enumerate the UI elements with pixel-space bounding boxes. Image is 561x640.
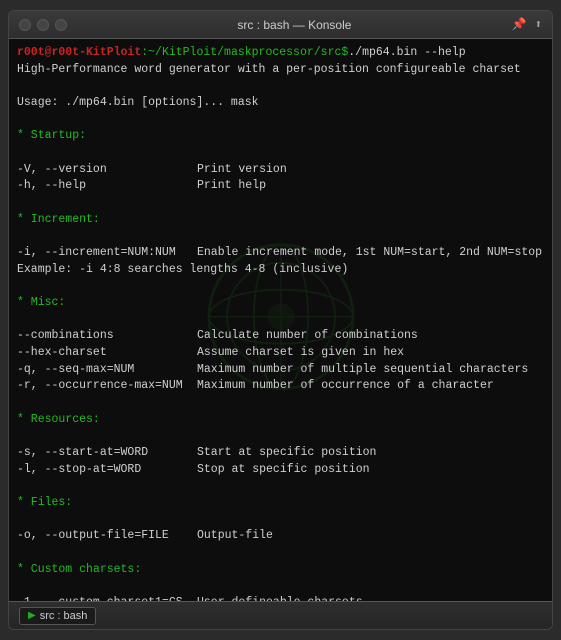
blank-12	[17, 545, 544, 562]
blank-7	[17, 312, 544, 329]
close-button[interactable]	[19, 19, 31, 31]
terminal-content: r00t@r00t-KitPloit :~/KitPloit/maskproce…	[17, 45, 544, 601]
opt-r-line: -r, --occurrence-max=NUM Maximum number …	[17, 378, 544, 395]
blank-10	[17, 478, 544, 495]
opt-h-flag: -h, --help	[17, 178, 197, 195]
opt-v-line: -V, --version Print version	[17, 162, 544, 179]
increment-header: * Increment:	[17, 212, 544, 229]
opt-hex-line: --hex-charset Assume charset is given in…	[17, 345, 544, 362]
opt-s-line: -s, --start-at=WORD Start at specific po…	[17, 445, 544, 462]
usage-line: Usage: ./mp64.bin [options]... mask	[17, 95, 544, 112]
files-header: * Files:	[17, 495, 544, 512]
blank-1	[17, 78, 544, 95]
terminal-tab-icon: ▶	[28, 610, 36, 621]
opt-h-desc: Print help	[197, 178, 266, 195]
opt-q-desc: Maximum number of multiple sequential ch…	[197, 362, 528, 379]
resources-header: * Resources:	[17, 412, 544, 429]
blank-13	[17, 579, 544, 596]
opt-c1-desc: User-defineable charsets	[197, 595, 363, 601]
opt-v-desc: Print version	[197, 162, 287, 179]
opt-o-line: -o, --output-file=FILE Output-file	[17, 528, 544, 545]
prompt-line-1: r00t@r00t-KitPloit :~/KitPloit/maskproce…	[17, 45, 544, 62]
blank-6	[17, 278, 544, 295]
opt-q-flag: -q, --seq-max=NUM	[17, 362, 197, 379]
opt-hex-flag: --hex-charset	[17, 345, 197, 362]
opt-hex-desc: Assume charset is given in hex	[197, 345, 404, 362]
terminal-window: src : bash — Konsole 📌 ⬆ r00t@r00t-KitPl…	[8, 10, 553, 630]
opt-i-line2: Example: -i 4:8 searches lengths 4-8 (in…	[17, 262, 544, 279]
titlebar: src : bash — Konsole 📌 ⬆	[9, 11, 552, 39]
command-1: ./mp64.bin --help	[348, 45, 465, 62]
terminal-tab[interactable]: ▶ src : bash	[19, 607, 96, 625]
opt-l-flag: -l, --stop-at=WORD	[17, 462, 197, 479]
opt-i-desc: Enable increment mode, 1st NUM=start, 2n…	[197, 245, 542, 262]
titlebar-actions: 📌 ⬆	[512, 17, 542, 32]
opt-l-line: -l, --stop-at=WORD Stop at specific posi…	[17, 462, 544, 479]
opt-c1-flag: -1, --custom-charset1=CS	[17, 595, 197, 601]
custom-header: * Custom charsets:	[17, 562, 544, 579]
opt-comb-desc: Calculate number of combinations	[197, 328, 418, 345]
pin-icon[interactable]: 📌	[512, 17, 527, 32]
minimize-button[interactable]	[37, 19, 49, 31]
opt-h-line: -h, --help Print help	[17, 178, 544, 195]
opt-comb-line: --combinations Calculate number of combi…	[17, 328, 544, 345]
prompt-path-1: :~/KitPloit/maskprocessor/src$	[141, 45, 348, 62]
opt-r-flag: -r, --occurrence-max=NUM	[17, 378, 197, 395]
maximize-button[interactable]	[55, 19, 67, 31]
prompt-user-1: r00t@r00t-KitPloit	[17, 45, 141, 62]
tab-bar: ▶ src : bash	[9, 601, 552, 629]
blank-3	[17, 145, 544, 162]
opt-s-desc: Start at specific position	[197, 445, 376, 462]
titlebar-buttons	[19, 19, 67, 31]
blank-5	[17, 228, 544, 245]
blank-8	[17, 395, 544, 412]
terminal-tab-label: src : bash	[40, 610, 88, 622]
opt-o-flag: -o, --output-file=FILE	[17, 528, 197, 545]
opt-v-flag: -V, --version	[17, 162, 197, 179]
blank-9	[17, 428, 544, 445]
opt-c1-line: -1, --custom-charset1=CS User-defineable…	[17, 595, 544, 601]
blank-2	[17, 112, 544, 129]
terminal-body[interactable]: r00t@r00t-KitPloit :~/KitPloit/maskproce…	[9, 39, 552, 601]
blank-11	[17, 512, 544, 529]
expand-icon[interactable]: ⬆	[535, 17, 542, 32]
opt-r-desc: Maximum number of occurrence of a charac…	[197, 378, 494, 395]
window-title: src : bash — Konsole	[77, 18, 512, 32]
startup-header: * Startup:	[17, 128, 544, 145]
misc-header: * Misc:	[17, 295, 544, 312]
output-line-1: High-Performance word generator with a p…	[17, 62, 544, 79]
opt-comb-flag: --combinations	[17, 328, 197, 345]
opt-l-desc: Stop at specific position	[197, 462, 370, 479]
opt-i-flag: -i, --increment=NUM:NUM	[17, 245, 197, 262]
opt-i-line: -i, --increment=NUM:NUM Enable increment…	[17, 245, 544, 262]
opt-q-line: -q, --seq-max=NUM Maximum number of mult…	[17, 362, 544, 379]
blank-4	[17, 195, 544, 212]
opt-o-desc: Output-file	[197, 528, 273, 545]
opt-s-flag: -s, --start-at=WORD	[17, 445, 197, 462]
